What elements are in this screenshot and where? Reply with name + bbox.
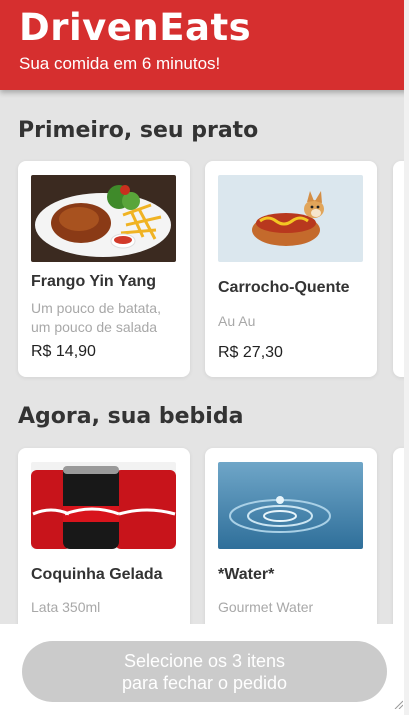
section-title-drinks: Agora, sua bebida [18, 404, 244, 429]
order-footer: Selecione os 3 itens para fechar o pedid… [0, 624, 409, 715]
scrollbar[interactable] [404, 0, 409, 715]
drink-description: Lata 350ml [31, 599, 101, 615]
drink-name: Coquinha Gelada [31, 566, 163, 583]
dishes-row: Frango Yin Yang Um pouco de batata, um p… [0, 161, 409, 381]
dish-card-frango[interactable]: Frango Yin Yang Um pouco de batata, um p… [18, 161, 190, 377]
drink-description: Gourmet Water [218, 599, 314, 615]
checkout-button-line2: para fechar o pedido [121, 672, 288, 693]
frango-dish-image [31, 175, 176, 262]
app-title: DrivenEats [19, 6, 252, 49]
resize-grip-icon[interactable] [393, 699, 403, 709]
dish-description: Au Au [218, 313, 256, 329]
checkout-button[interactable]: Selecione os 3 itens para fechar o pedid… [22, 641, 387, 702]
drink-name: *Water* [218, 566, 275, 583]
dish-price: R$ 14,90 [31, 343, 96, 360]
coca-cola-cans-image [31, 462, 176, 549]
dish-name: Carrocho-Quente [218, 279, 350, 296]
section-title-dishes: Primeiro, seu prato [18, 118, 259, 143]
dish-name: Frango Yin Yang [31, 273, 157, 290]
dish-description: Um pouco de batata, um pouco de salada [31, 300, 161, 335]
app-subtitle: Sua comida em 6 minutos! [19, 54, 221, 73]
carrocho-dish-image [218, 175, 363, 262]
water-drop-image [218, 462, 363, 549]
checkout-button-line1: Selecione os 3 itens [123, 650, 286, 671]
dish-price: R$ 27,30 [218, 344, 283, 361]
dish-card-carrocho[interactable]: Carrocho-Quente Au Au R$ 27,30 [205, 161, 377, 377]
app-header: DrivenEats Sua comida em 6 minutos! [0, 0, 409, 90]
